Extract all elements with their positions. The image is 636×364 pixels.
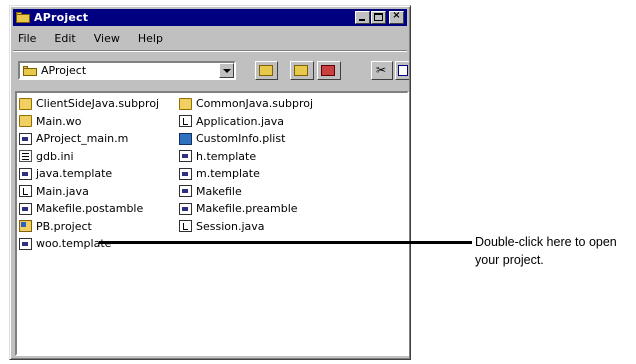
file-name: Main.wo xyxy=(36,114,82,128)
window-title: AProject xyxy=(34,11,89,24)
plist-file-icon xyxy=(179,132,192,145)
java-file-icon xyxy=(19,185,32,198)
file-name: java.template xyxy=(36,167,113,181)
file-item[interactable]: Main.wo xyxy=(19,113,159,131)
map-drive-icon xyxy=(294,65,308,76)
folder-icon xyxy=(23,65,37,76)
document-icon xyxy=(179,167,192,180)
document-icon xyxy=(19,132,32,145)
folder-icon xyxy=(16,12,30,23)
file-item[interactable]: PB.project xyxy=(19,218,159,236)
close-icon: × xyxy=(392,10,401,21)
file-name: CustomInfo.plist xyxy=(196,132,286,146)
menu-help[interactable]: Help xyxy=(134,32,163,45)
file-item[interactable]: Makefile.postamble xyxy=(19,200,159,218)
callout-line-2: your project. xyxy=(475,253,544,267)
file-name: AProject_main.m xyxy=(36,132,129,146)
disconnect-drive-icon xyxy=(321,65,335,76)
toolbar-divider xyxy=(13,50,407,52)
minimize-button[interactable] xyxy=(355,11,370,24)
callout-line xyxy=(99,241,472,244)
file-item[interactable]: Session.java xyxy=(179,218,313,236)
menu-bar: File Edit View Help xyxy=(14,29,177,47)
callout: Double-click here to open your project. xyxy=(475,233,617,269)
cut-button[interactable]: ✂ xyxy=(371,61,393,80)
file-item[interactable]: h.template xyxy=(179,148,313,166)
minimize-icon xyxy=(359,19,365,21)
file-name: Makefile.postamble xyxy=(36,202,144,216)
file-name: Makefile.preamble xyxy=(196,202,298,216)
close-button[interactable]: × xyxy=(389,10,404,24)
file-name: Main.java xyxy=(36,184,89,198)
callout-line-1: Double-click here to open xyxy=(475,235,617,249)
file-name: Session.java xyxy=(196,219,265,233)
cut-icon: ✂ xyxy=(376,63,387,77)
file-item[interactable]: Makefile xyxy=(179,183,313,201)
java-file-icon xyxy=(179,115,192,128)
document-icon xyxy=(179,202,192,215)
file-column-left: ClientSideJava.subproj Main.wo AProject_ma… xyxy=(19,95,159,253)
copy-button[interactable] xyxy=(395,61,409,80)
file-column-right: CommonJava.subproj Application.java Custom… xyxy=(179,95,313,235)
disconnect-drive-button[interactable] xyxy=(317,61,341,80)
file-name: h.template xyxy=(196,149,257,163)
maximize-icon xyxy=(374,13,383,21)
file-item[interactable]: java.template xyxy=(19,165,159,183)
file-name: m.template xyxy=(196,167,260,181)
menu-file[interactable]: File xyxy=(14,32,36,45)
maximize-button[interactable] xyxy=(371,11,386,24)
document-icon xyxy=(179,150,192,163)
location-combo[interactable]: AProject xyxy=(18,61,236,80)
document-icon xyxy=(19,167,32,180)
map-drive-button[interactable] xyxy=(290,61,314,80)
copy-icon xyxy=(398,65,408,76)
file-item[interactable]: AProject_main.m xyxy=(19,130,159,148)
menu-view[interactable]: View xyxy=(90,32,120,45)
file-name: ClientSideJava.subproj xyxy=(36,97,160,111)
file-name: gdb.ini xyxy=(36,149,74,163)
folder-icon xyxy=(179,97,192,110)
file-item[interactable]: Application.java xyxy=(179,113,313,131)
location-text: AProject xyxy=(41,64,87,77)
file-item[interactable]: Makefile.preamble xyxy=(179,200,313,218)
file-item[interactable]: CustomInfo.plist xyxy=(179,130,313,148)
document-icon xyxy=(19,202,32,215)
file-name: CommonJava.subproj xyxy=(196,97,314,111)
up-folder-button[interactable] xyxy=(255,61,278,80)
file-name: Makefile xyxy=(196,184,242,198)
menu-edit[interactable]: Edit xyxy=(50,32,75,45)
document-icon xyxy=(19,237,32,250)
file-item[interactable]: CommonJava.subproj xyxy=(179,95,313,113)
file-list: ClientSideJava.subproj Main.wo AProject_ma… xyxy=(15,91,409,356)
ini-file-icon xyxy=(19,150,32,163)
folder-icon xyxy=(19,115,32,128)
file-name: Application.java xyxy=(196,114,285,128)
project-file-icon xyxy=(19,220,32,233)
title-bar[interactable]: AProject × xyxy=(13,9,407,26)
chevron-down-icon[interactable] xyxy=(219,63,234,78)
file-name: PB.project xyxy=(36,219,92,233)
document-icon xyxy=(179,185,192,198)
file-item[interactable]: gdb.ini xyxy=(19,148,159,166)
java-file-icon xyxy=(179,220,192,233)
file-item[interactable]: Main.java xyxy=(19,183,159,201)
up-folder-icon xyxy=(259,65,273,76)
file-item[interactable]: ClientSideJava.subproj xyxy=(19,95,159,113)
folder-icon xyxy=(19,97,32,110)
file-item[interactable]: m.template xyxy=(179,165,313,183)
